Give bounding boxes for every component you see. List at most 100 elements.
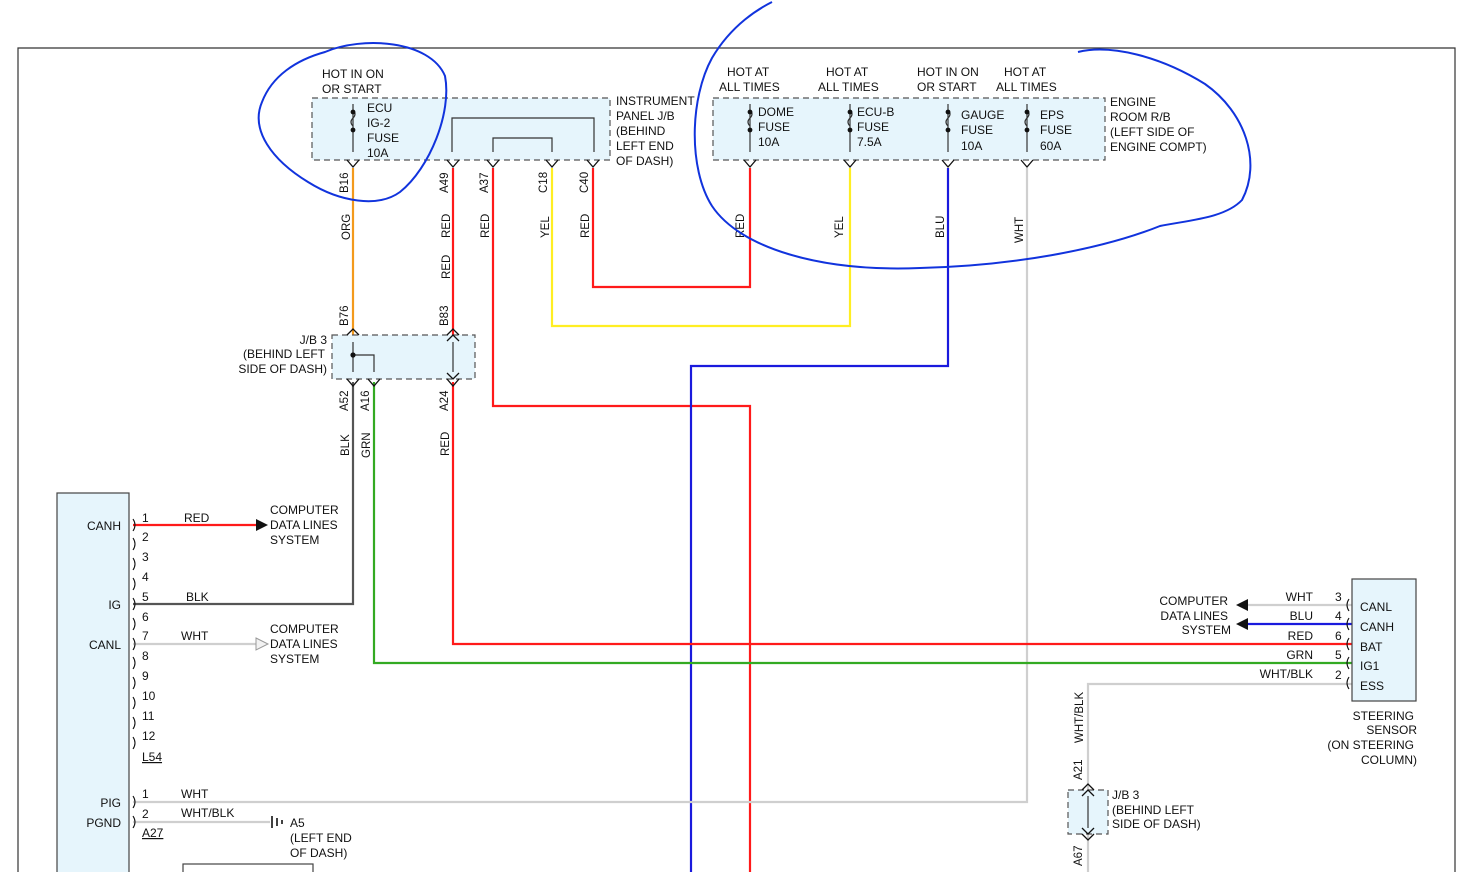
module-pin-4: 4 <box>142 570 149 584</box>
module-pin-1: 1 <box>142 511 149 525</box>
pin-a52: A52 <box>339 391 351 411</box>
wire-label-red-c40: RED <box>580 214 592 238</box>
eps-power-label: HOT AT ALL TIMES <box>996 65 1057 94</box>
pin-a16: A16 <box>360 391 372 411</box>
wire-label-yel-c18: YEL <box>540 216 552 238</box>
module-pin-7: 7 <box>142 629 149 643</box>
wire-red-a37 <box>491 168 752 872</box>
module-pin-markers <box>132 518 136 829</box>
wire-label-yel-ecub: YEL <box>834 216 846 238</box>
arrow-steering-canl <box>1236 599 1248 611</box>
module-terminal-pgnd: PGND <box>86 816 121 830</box>
diagram-frame <box>17 47 1456 872</box>
module-wire-label-pig: WHT <box>181 787 209 801</box>
engine-room-rb-label: ENGINE ROOM R/B (LEFT SIDE OF ENGINE COMPT) <box>1110 95 1207 154</box>
cdl-label-canh: COMPUTER DATA LINES SYSTEM <box>270 503 339 547</box>
instrument-panel-jb-box <box>311 97 611 161</box>
steering-wire-label-red: RED <box>1288 629 1314 643</box>
steering-sensor-label: STEERING SENSOR (ON STEERING COLUMN) <box>1327 709 1417 767</box>
wire-blk-a52-ig <box>133 382 355 606</box>
steering-wire-label-whtblk: WHT/BLK <box>1260 667 1313 681</box>
connector-a27: A27 <box>142 826 164 840</box>
jb3-top-label: J/B 3 (BEHIND LEFT SIDE OF DASH) <box>238 333 327 376</box>
steering-pin-5: 5 <box>1335 648 1342 662</box>
steering-cdl-label: COMPUTER DATA LINES SYSTEM <box>1159 594 1231 637</box>
pin-a21: A21 <box>1073 760 1085 780</box>
steering-terminal-ess: ESS <box>1360 679 1384 693</box>
module-wire-label-red: RED <box>184 511 210 525</box>
steering-terminal-ig1: IG1 <box>1360 659 1380 673</box>
wiring-diagram: HOT IN ON OR START ECU IG-2 FUSE 10A INSTRUM… <box>17 1 1456 872</box>
module-pin-6: 6 <box>142 610 149 624</box>
wire-label-red-a49b: RED <box>441 255 453 279</box>
bottom-partial-box <box>182 863 314 872</box>
pin-a49: A49 <box>439 173 451 193</box>
jb3-junction-dot <box>350 352 356 358</box>
steering-pin-2: 2 <box>1335 668 1342 682</box>
pin-b16: B16 <box>339 173 351 193</box>
wire-whtblk-ess <box>1086 682 1352 872</box>
wire-label-red-a37: RED <box>480 214 492 238</box>
instrument-panel-power-label: HOT IN ON OR START <box>322 67 384 96</box>
dome-power-label: HOT AT ALL TIMES <box>719 65 780 94</box>
module-wire-label-pgnd: WHT/BLK <box>181 806 234 820</box>
pin-a67: A67 <box>1073 846 1085 866</box>
ground-symbol <box>271 816 283 828</box>
module-pin-8: 8 <box>142 649 149 663</box>
arrow-canl-cdl <box>255 637 270 651</box>
steering-terminal-canh: CANH <box>1360 620 1394 634</box>
steering-pin-4: 4 <box>1335 609 1342 623</box>
module-pin2-2: 2 <box>142 807 149 821</box>
pin-b76: B76 <box>339 306 351 326</box>
module-pin-2: 2 <box>142 530 149 544</box>
instrument-panel-pin-terminals <box>346 159 600 168</box>
module-wire-label-blk: BLK <box>186 590 209 604</box>
module-pin2-1: 1 <box>142 787 149 801</box>
wire-wht-eps-pig <box>133 168 1029 804</box>
module-pin-10: 10 <box>142 689 156 703</box>
module-terminal-pig: PIG <box>100 796 121 810</box>
pin-c18: C18 <box>538 172 550 193</box>
ground-a5-label: A5 (LEFT END OF DASH) <box>290 816 352 860</box>
module-terminal-ig: IG <box>108 598 121 612</box>
wire-yel-c18-ecub <box>550 168 852 328</box>
wire-label-wht-eps: WHT <box>1014 217 1026 243</box>
arrow-canh-cdl <box>256 519 268 531</box>
steering-wire-label-grn: GRN <box>1286 648 1313 662</box>
wire-red-c40-dome <box>591 168 752 289</box>
wire-label-grn-a16: GRN <box>361 432 373 458</box>
module-terminal-canh: CANH <box>87 519 121 533</box>
wire-label-blu-gauge: BLU <box>935 216 947 238</box>
module-pin-9: 9 <box>142 669 149 683</box>
wire-label-red-a49: RED <box>441 214 453 238</box>
arrow-steering-canh <box>1236 618 1248 630</box>
cdl-label-canl: COMPUTER DATA LINES SYSTEM <box>270 622 339 666</box>
steering-pin-3: 3 <box>1335 590 1342 604</box>
jb3-bottom-label: J/B 3 (BEHIND LEFT SIDE OF DASH) <box>1112 788 1201 831</box>
wire-label-org: ORG <box>341 214 353 240</box>
module-pin-3: 3 <box>142 550 149 564</box>
module-pin-numbers: 1 2 3 4 5 6 7 8 9 10 11 12 1 2 <box>142 511 156 821</box>
pin-c40: C40 <box>579 172 591 193</box>
pin-a24: A24 <box>439 390 451 411</box>
arrows <box>255 519 1248 651</box>
wire-label-whtblk-a21: WHT/BLK <box>1074 692 1086 743</box>
wire-label-blk-a52: BLK <box>340 434 352 456</box>
wire-blu-gauge-steering <box>689 168 950 872</box>
gauge-power-label: HOT IN ON OR START <box>917 65 979 94</box>
module-terminal-canl: CANL <box>89 638 121 652</box>
ecub-power-label: HOT AT ALL TIMES <box>818 65 879 94</box>
engine-room-pin-terminals <box>743 159 1034 168</box>
steering-terminal-canl: CANL <box>1360 600 1392 614</box>
pin-b83: B83 <box>439 306 451 326</box>
steering-pin-6: 6 <box>1335 629 1342 643</box>
module-wire-label-wht: WHT <box>181 629 209 643</box>
wire-label-red-a24: RED <box>440 432 452 456</box>
steering-terminal-bat: BAT <box>1360 640 1383 654</box>
pin-a37: A37 <box>479 173 491 193</box>
module-pin-11: 11 <box>142 709 155 723</box>
steering-wire-label-wht: WHT <box>1286 590 1314 604</box>
steering-wire-label-blu: BLU <box>1290 609 1313 623</box>
module-pin-5: 5 <box>142 590 149 604</box>
instrument-panel-jb-label: INSTRUMENT PANEL J/B (BEHIND LEFT END OF DAS… <box>616 94 695 168</box>
